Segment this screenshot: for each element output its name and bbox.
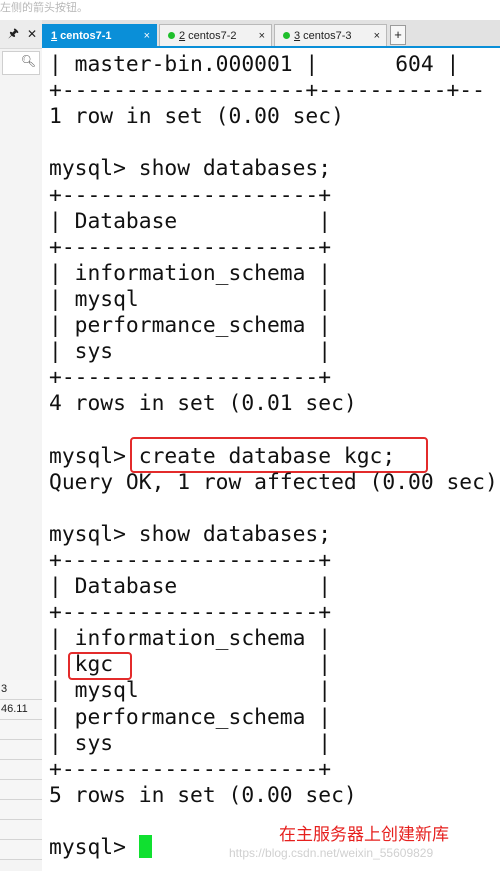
sidebar-row[interactable] [0, 720, 42, 740]
tab-label: centos7-1 [57, 30, 112, 42]
terminal-line: mysql> show databases; [49, 521, 332, 547]
search-icon[interactable]: 🔍︎ [21, 54, 36, 68]
terminal-line: | performance_schema | [49, 313, 332, 338]
status-dot-icon [168, 32, 175, 39]
terminal-output[interactable]: | master-bin.000001 | 604 | +-----------… [42, 48, 500, 871]
terminal-line: +-------------------+----------+-- [49, 78, 485, 104]
terminal-line: | performance_schema | [49, 704, 332, 730]
terminal-line: Query OK, 1 row affected (0.00 sec) [49, 469, 498, 495]
terminal-line: mysql> [49, 835, 152, 861]
terminal-line: +--------------------+ [49, 600, 332, 626]
terminal-line: | mysql | [49, 286, 332, 312]
sidebar-row[interactable] [0, 840, 42, 860]
watermark: https://blog.csdn.net/weixin_55609829 [229, 846, 434, 860]
terminal-line: | kgc | [49, 652, 332, 678]
tab-label: centos7-3 [300, 30, 352, 42]
terminal-line: 1 row in set (0.00 sec) [49, 104, 344, 130]
annotation-note: 在主服务器上创建新库 [279, 825, 449, 844]
terminal-line: | mysql | [49, 678, 332, 704]
sidebar-row[interactable] [0, 780, 42, 800]
terminal-line: +--------------------+ [49, 756, 332, 782]
hint-text: 左侧的箭头按钮。 [0, 0, 500, 20]
close-icon[interactable]: × [259, 25, 265, 47]
tab-centos7-3[interactable]: 3 centos7-3 × [274, 24, 387, 46]
terminal-line: | information_schema | [49, 260, 332, 286]
sidebar-row[interactable] [0, 760, 42, 780]
close-icon[interactable]: × [374, 25, 380, 47]
terminal-line: mysql> create database kgc; [49, 443, 396, 469]
sidebar-row[interactable]: 46.11 [0, 700, 42, 720]
tab-label: centos7-2 [185, 30, 237, 42]
session-tab-bar: 1 centos7-1 × 2 centos7-2 × 3 centos7-3 … [42, 20, 500, 48]
sidebar-row[interactable]: 3 [0, 680, 42, 700]
terminal-line: | information_schema | [49, 626, 332, 652]
terminal-line: 4 rows in set (0.01 sec) [49, 391, 357, 417]
status-dot-icon [283, 32, 290, 39]
pushpin-icon[interactable]: 🖈︎ [8, 24, 19, 45]
sidebar-row[interactable] [0, 820, 42, 840]
close-icon[interactable]: × [144, 25, 150, 47]
terminal-line: +--------------------+ [49, 547, 332, 573]
terminal-line: +--------------------+ [49, 182, 332, 208]
terminal-line: | master-bin.000001 | 604 | [49, 52, 473, 77]
text-cursor [138, 835, 152, 858]
sidebar-row[interactable] [0, 740, 42, 760]
terminal-line: mysql> show databases; [49, 156, 332, 182]
tab-centos7-2[interactable]: 2 centos7-2 × [159, 24, 272, 46]
terminal-line: 5 rows in set (0.00 sec) [49, 782, 357, 808]
terminal-line: +--------------------+ [49, 365, 332, 391]
sidebar-list: 3 46.11 [0, 680, 42, 860]
terminal-line: | sys | [49, 730, 332, 756]
prompt-text: mysql> [49, 835, 139, 860]
session-sidebar: 🖈︎ ✕ 🔍︎ 3 46.11 [0, 20, 43, 871]
tab-centos7-1[interactable]: 1 centos7-1 × [42, 24, 157, 46]
sidebar-search-input[interactable]: 🔍︎ [2, 51, 40, 75]
sidebar-header: 🖈︎ ✕ [0, 20, 42, 49]
close-icon[interactable]: ✕ [27, 27, 37, 41]
terminal-line: +--------------------+ [49, 234, 332, 260]
add-tab-button[interactable]: + [390, 25, 406, 45]
terminal-line: | Database | [49, 574, 332, 599]
sidebar-row[interactable] [0, 800, 42, 820]
terminal-line: | Database | [49, 208, 332, 234]
terminal-line: | sys | [49, 339, 332, 365]
